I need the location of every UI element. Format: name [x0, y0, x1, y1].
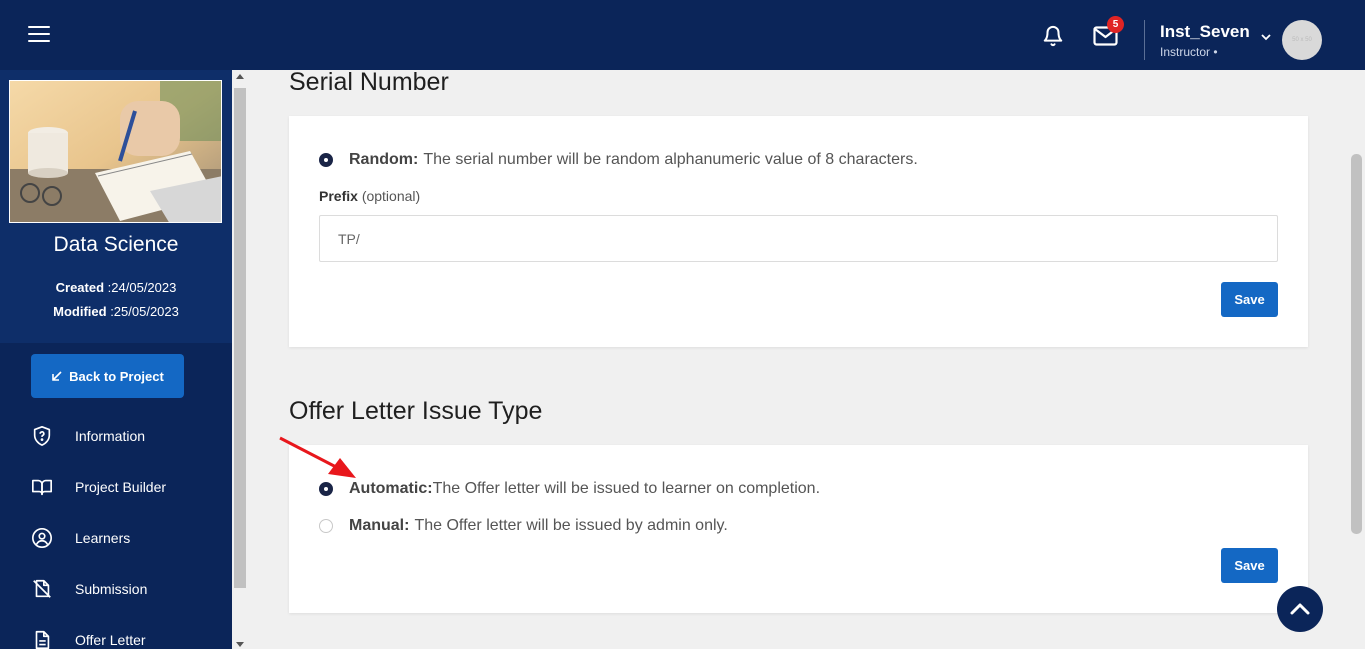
scroll-down-arrow-icon[interactable]: [236, 642, 244, 647]
random-option-description: The serial number will be random alphanu…: [423, 151, 918, 168]
random-option[interactable]: Random: The serial number will be random…: [319, 151, 918, 169]
sidebar: Data Science Created :24/05/2023 Modifie…: [0, 70, 232, 649]
sidebar-item-label: Information: [75, 428, 146, 444]
back-to-project-button[interactable]: Back to Project: [31, 354, 184, 398]
scroll-to-top-button[interactable]: [1277, 586, 1323, 632]
sidebar-item-submission[interactable]: Submission: [0, 569, 232, 609]
sidebar-item-label: Learners: [75, 530, 131, 546]
prefix-hint: (optional): [361, 188, 421, 204]
modified-label: Modified: [53, 304, 107, 319]
course-title: Data Science: [53, 233, 179, 256]
sidebar-item-information[interactable]: Information: [0, 416, 232, 456]
scroll-up-arrow-icon[interactable]: [236, 74, 244, 79]
sidebar-item-label: Project Builder: [75, 479, 167, 495]
file-off-icon: [33, 579, 51, 598]
offer-save-button[interactable]: Save: [1221, 548, 1278, 583]
sidebar-item-label: Offer Letter: [75, 632, 146, 648]
document-icon: [35, 630, 50, 649]
manual-option-label: Manual:: [349, 517, 410, 534]
modified-value: :25/05/2023: [110, 304, 179, 319]
user-name[interactable]: Inst_Seven: [1160, 22, 1250, 42]
sidebar-item-project-builder[interactable]: Project Builder: [0, 467, 232, 507]
course-summary: Data Science Created :24/05/2023 Modifie…: [0, 70, 232, 343]
page-scrollbar[interactable]: [1348, 70, 1365, 649]
arrow-down-left-icon: [52, 371, 62, 381]
prefix-input[interactable]: [319, 215, 1278, 262]
created-label: Created: [55, 280, 105, 295]
header-divider: [1144, 20, 1145, 60]
top-navbar: 5 Inst_Seven Instructor • 50 x 50: [0, 0, 1365, 70]
manual-radio[interactable]: [319, 519, 333, 533]
chevron-down-icon[interactable]: [1260, 32, 1272, 42]
created-value: :24/05/2023: [107, 280, 177, 295]
offer-letter-issue-type-heading: Offer Letter Issue Type: [289, 397, 543, 425]
prefix-label: Prefix (optional): [319, 188, 420, 204]
sidebar-item-learners[interactable]: Learners: [0, 518, 232, 558]
automatic-option-description: The Offer letter will be issued to learn…: [432, 480, 821, 497]
back-to-project-label: Back to Project: [69, 368, 164, 384]
course-thumbnail: [9, 80, 222, 223]
offer-letter-issue-type-card: Automatic: The Offer letter will be issu…: [289, 445, 1308, 613]
serial-number-heading: Serial Number: [289, 68, 449, 96]
serial-number-card: Random: The serial number will be random…: [289, 116, 1308, 347]
sidebar-scrollbar[interactable]: [232, 70, 248, 649]
automatic-option-label: Automatic:: [349, 480, 433, 497]
mail-count-badge: 5: [1107, 16, 1124, 33]
chevron-up-icon: [1290, 603, 1310, 615]
user-role: Instructor •: [1160, 45, 1218, 59]
sidebar-scroll-thumb[interactable]: [234, 88, 246, 588]
random-option-label: Random:: [349, 151, 419, 168]
automatic-option[interactable]: Automatic: The Offer letter will be issu…: [319, 480, 820, 498]
notification-bell-icon[interactable]: [1042, 24, 1064, 48]
page-scroll-thumb[interactable]: [1351, 154, 1362, 534]
avatar[interactable]: 50 x 50: [1282, 20, 1322, 60]
open-book-icon: [32, 479, 52, 496]
prefix-label-text: Prefix: [319, 188, 358, 204]
shield-question-icon: [33, 426, 51, 446]
user-circle-icon: [32, 528, 52, 548]
serial-save-button[interactable]: Save: [1221, 282, 1278, 317]
modified-date: Modified :25/05/2023: [0, 304, 232, 319]
manual-option-description: The Offer letter will be issued by admin…: [414, 517, 728, 534]
sidebar-item-label: Submission: [75, 581, 148, 597]
random-radio[interactable]: [319, 153, 333, 167]
menu-toggle-icon[interactable]: [28, 26, 50, 42]
automatic-radio[interactable]: [319, 482, 333, 496]
annotation-arrow-icon: [279, 436, 356, 478]
sidebar-item-offer-letter[interactable]: Offer Letter: [0, 620, 232, 649]
manual-option[interactable]: Manual: The Offer letter will be issued …: [319, 517, 728, 535]
course-image-graphic: [10, 81, 221, 222]
created-date: Created :24/05/2023: [0, 280, 232, 295]
